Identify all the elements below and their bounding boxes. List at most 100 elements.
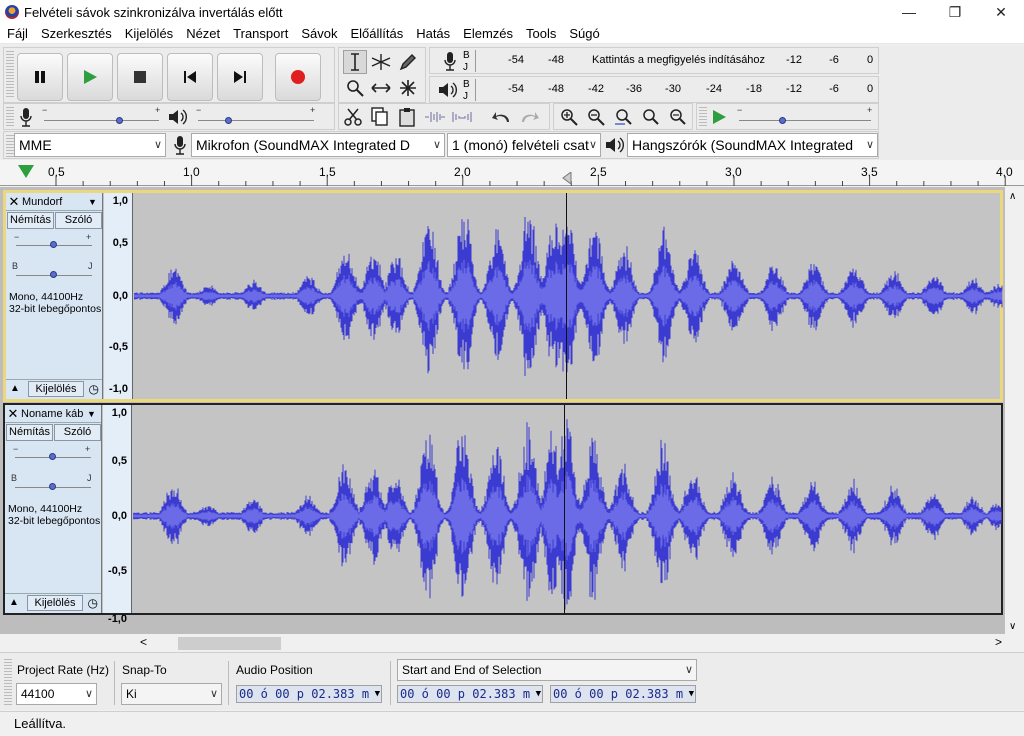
slider-thumb[interactable] <box>49 483 56 490</box>
horizontal-scroll-thumb[interactable] <box>178 637 281 650</box>
slider-thumb[interactable] <box>50 271 57 278</box>
track-close-icon[interactable]: ✕ <box>5 406 21 422</box>
scroll-left-icon[interactable]: < <box>140 635 147 649</box>
time-shift-tool-icon[interactable] <box>369 76 393 100</box>
recording-channels-value: 1 (monó) felvételi csat <box>452 137 589 153</box>
playback-meter[interactable]: B J -54 -48 -42 -36 -30 -24 -18 -12 -6 0 <box>463 79 875 102</box>
maximize-button[interactable]: ❐ <box>932 0 978 24</box>
track-select-button[interactable]: Kijelölés <box>28 381 84 397</box>
fit-selection-icon[interactable] <box>611 105 635 129</box>
undo-icon[interactable] <box>490 105 514 129</box>
menu-effect[interactable]: Hatás <box>409 24 456 44</box>
menu-edit[interactable]: Szerkesztés <box>34 24 118 44</box>
selection-mode-select[interactable]: Start and End of Selection ∨ <box>397 659 697 681</box>
menu-select[interactable]: Kijelölés <box>118 24 179 44</box>
snap-to-select[interactable]: Ki ∨ <box>121 683 222 705</box>
audio-track[interactable]: ✕ Mundorf ▼ Némítás Szóló − + B J Mono, … <box>3 190 1003 402</box>
speaker-icon[interactable] <box>436 78 460 102</box>
menu-generate[interactable]: Előállítás <box>343 24 409 44</box>
multi-tool-icon[interactable] <box>396 76 420 100</box>
pause-button[interactable] <box>17 53 63 101</box>
selection-tool-icon[interactable] <box>343 50 367 74</box>
toolbar-grip[interactable] <box>6 135 14 157</box>
close-button[interactable]: ✕ <box>978 0 1024 24</box>
slider-thumb[interactable] <box>225 117 232 124</box>
recording-channels-select[interactable]: 1 (monó) felvételi csat ∨ <box>447 133 601 157</box>
playback-device-select[interactable]: Hangszórók (SoundMAX Integrated ∨ <box>627 133 878 157</box>
paste-icon[interactable] <box>395 105 419 129</box>
playback-speed-slider[interactable] <box>739 120 871 121</box>
menu-tools[interactable]: Tools <box>519 24 562 44</box>
skip-to-end-button[interactable] <box>217 53 263 101</box>
mute-button[interactable]: Némítás <box>6 424 53 441</box>
zoom-toggle-icon[interactable] <box>665 105 689 129</box>
play-button[interactable] <box>67 53 113 101</box>
scroll-right-icon[interactable]: > <box>995 635 1002 649</box>
envelope-tool-icon[interactable] <box>369 50 393 74</box>
slider-thumb[interactable] <box>49 453 56 460</box>
draw-tool-icon[interactable] <box>396 50 420 74</box>
solo-button[interactable]: Szóló <box>55 212 102 229</box>
waveform[interactable] <box>133 405 1002 613</box>
track-close-icon[interactable]: ✕ <box>6 194 22 210</box>
vertical-scrollbar[interactable]: ∧ ∨ <box>1005 187 1024 634</box>
collapse-icon[interactable]: ▲ <box>10 383 20 394</box>
zoom-tool-icon[interactable] <box>343 76 367 100</box>
selection-end-field[interactable]: 00 ó 00 p 02.383 m ▼ <box>550 685 696 703</box>
playback-volume-slider[interactable] <box>198 120 314 121</box>
redo-icon[interactable] <box>517 105 541 129</box>
microphone-icon[interactable] <box>438 49 462 73</box>
audio-track[interactable]: ✕ Noname káb ▼ Némítás Szóló − + B J Mon… <box>3 403 1003 625</box>
toolbar-grip[interactable] <box>4 659 12 705</box>
zoom-out-icon[interactable] <box>584 105 608 129</box>
cut-icon[interactable] <box>341 105 365 129</box>
scroll-up-icon[interactable]: ∧ <box>1009 191 1016 202</box>
audio-position-field[interactable]: 00 ó 00 p 02.383 m ▼ <box>236 685 382 703</box>
record-volume-slider[interactable] <box>44 120 159 121</box>
track-menu-dropdown-icon[interactable]: ▼ <box>88 197 102 207</box>
mute-button[interactable]: Némítás <box>7 212 54 229</box>
menu-file[interactable]: Fájl <box>0 24 34 44</box>
copy-icon[interactable] <box>368 105 392 129</box>
meter-tick: -42 <box>588 83 604 95</box>
menu-transport[interactable]: Transport <box>226 24 294 44</box>
slider-thumb[interactable] <box>779 117 786 124</box>
track-name-menu[interactable]: Mundorf <box>22 196 88 208</box>
track-menu-dropdown-icon[interactable]: ▼ <box>87 409 101 419</box>
toolbar-grip[interactable] <box>6 107 14 127</box>
slider-thumb[interactable] <box>116 117 123 124</box>
zoom-in-icon[interactable] <box>557 105 581 129</box>
record-button[interactable] <box>275 53 321 101</box>
fit-project-icon[interactable] <box>638 105 662 129</box>
menu-view[interactable]: Nézet <box>179 24 226 44</box>
timeline-ruler[interactable]: 0,5 1,0 1,5 2,0 2,5 3,0 3,5 4,0 <box>0 160 1024 186</box>
record-meter[interactable]: B J -54 -48 Kattintás a megfigyelés indí… <box>463 50 875 73</box>
menu-analyze[interactable]: Elemzés <box>456 24 519 44</box>
menu-help[interactable]: Súgó <box>562 24 605 44</box>
recording-device-select[interactable]: Mikrofon (SoundMAX Integrated D ∨ <box>191 133 445 157</box>
waveform[interactable] <box>134 193 1003 399</box>
trim-audio-icon[interactable] <box>423 105 447 129</box>
selection-start-field[interactable]: 00 ó 00 p 02.383 m ▼ <box>397 685 543 703</box>
toolbar-grip[interactable] <box>6 51 14 99</box>
solo-button[interactable]: Szóló <box>54 424 101 441</box>
sync-lock-icon: ◷ <box>88 382 99 396</box>
track-name-menu[interactable]: Noname káb <box>21 408 87 420</box>
play-at-speed-button[interactable] <box>707 105 731 129</box>
minimize-button[interactable]: — <box>886 0 932 24</box>
skip-to-start-button[interactable] <box>167 53 213 101</box>
meter-tick: -54 <box>508 54 524 66</box>
menu-tracks[interactable]: Sávok <box>294 24 343 44</box>
chevron-down-icon: ∨ <box>865 139 874 151</box>
track-select-button[interactable]: Kijelölés <box>27 595 83 611</box>
silence-audio-icon[interactable] <box>450 105 474 129</box>
audio-host-select[interactable]: MME ∨ <box>14 133 166 157</box>
stop-button[interactable] <box>117 53 163 101</box>
collapse-icon[interactable]: ▲ <box>9 597 19 608</box>
project-rate-select[interactable]: 44100 ∨ <box>16 683 97 705</box>
toolbar-grip[interactable] <box>699 107 707 127</box>
slider-thumb[interactable] <box>50 241 57 248</box>
selection-start-value: 00 ó 00 p 02.383 m <box>400 687 531 701</box>
horizontal-scrollbar[interactable]: < > <box>0 634 1024 652</box>
scroll-down-icon[interactable]: ∨ <box>1009 621 1016 632</box>
